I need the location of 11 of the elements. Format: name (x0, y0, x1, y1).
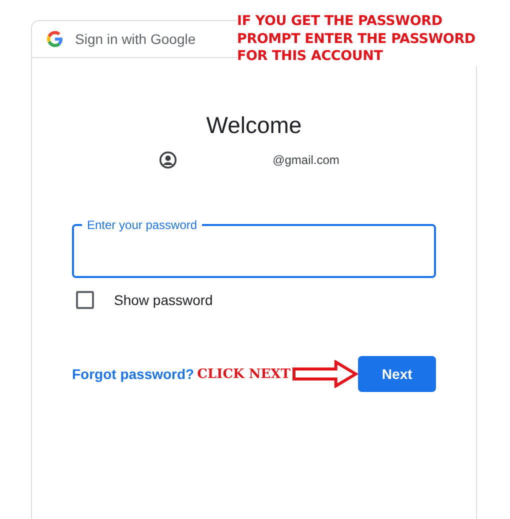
google-g-icon (47, 31, 63, 47)
next-button[interactable]: Next (358, 356, 436, 392)
show-password-checkbox[interactable] (76, 291, 94, 309)
show-password-label: Show password (114, 292, 213, 308)
forgot-password-link[interactable]: Forgot password? (72, 366, 194, 382)
account-email: @gmail.com (272, 153, 340, 167)
callout-label: CLICK NEXT (197, 366, 290, 382)
account-icon (158, 151, 177, 169)
welcome-heading: Welcome (205, 112, 303, 139)
arrow-annotation-icon (292, 360, 358, 388)
header-title: Sign in with Google (75, 31, 196, 47)
